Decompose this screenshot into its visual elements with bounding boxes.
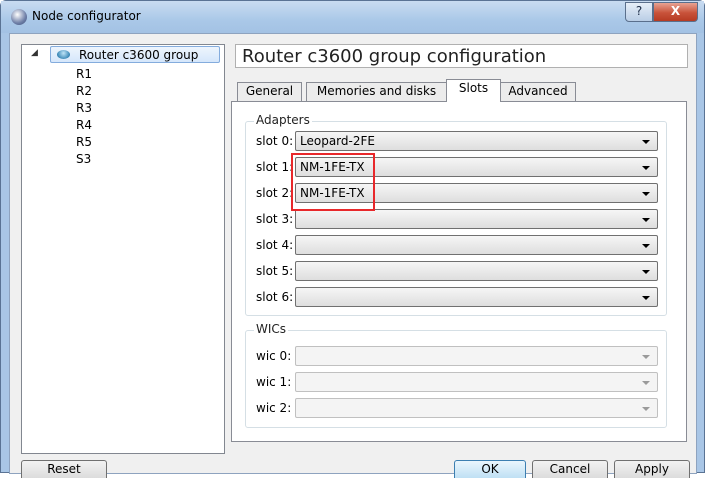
slot-0-label: slot 0: — [256, 134, 294, 148]
slot-3-select[interactable] — [295, 209, 658, 229]
chevron-down-icon — [642, 244, 650, 248]
reset-button[interactable]: Reset — [21, 460, 107, 478]
node-configurator-window: Node configurator ? X ◢ Router c3600 gro… — [0, 0, 705, 478]
wic-0-label: wic 0: — [256, 349, 292, 363]
slot-6-select[interactable] — [295, 287, 658, 307]
slot-4-label: slot 4: — [256, 238, 294, 252]
slot-3-label: slot 3: — [256, 212, 294, 226]
chevron-down-icon — [642, 270, 650, 274]
chevron-down-icon — [642, 192, 650, 196]
chevron-down-icon — [642, 140, 650, 144]
slot-1-label: slot 1: — [256, 160, 294, 174]
adapters-title: Adapters — [254, 113, 312, 127]
page-title: Router c3600 group configuration — [242, 46, 547, 67]
slot-2-label: slot 2: — [256, 186, 294, 200]
tree-item-r3[interactable]: R3 — [76, 101, 92, 118]
chevron-down-icon — [642, 381, 650, 385]
chevron-down-icon — [642, 407, 650, 411]
node-tree[interactable]: ◢ Router c3600 group R1 R2 R3 R4 R5 S3 — [21, 44, 225, 454]
title-bar[interactable]: Node configurator ? X — [1, 1, 704, 33]
tree-root-label: Router c3600 group — [79, 48, 199, 62]
slot-0-select[interactable]: Leopard-2FE — [295, 131, 658, 151]
chevron-down-icon — [642, 166, 650, 170]
slots-panel: Adapters slot 0: Leopard-2FE slot 1: NM-… — [231, 101, 687, 442]
close-button[interactable]: X — [653, 2, 698, 22]
ok-button[interactable]: OK — [454, 460, 526, 478]
tab-general[interactable]: General — [237, 82, 302, 101]
router-icon — [57, 50, 70, 59]
chevron-down-icon — [642, 296, 650, 300]
wic-2-select[interactable] — [295, 398, 658, 418]
wics-group: WICs wic 0: wic 1: wic 2: — [245, 322, 667, 428]
tab-memories-and-disks[interactable]: Memories and disks — [306, 82, 447, 101]
tree-item-r2[interactable]: R2 — [76, 84, 92, 101]
triangle-expanded-icon[interactable]: ◢ — [31, 48, 38, 58]
tree-item-r4[interactable]: R4 — [76, 118, 92, 135]
highlight-annotation — [291, 153, 375, 211]
slot-4-select[interactable] — [295, 235, 658, 255]
adapters-group: Adapters slot 0: Leopard-2FE slot 1: NM-… — [245, 113, 667, 316]
slot-5-select[interactable] — [295, 261, 658, 281]
tab-slots[interactable]: Slots — [446, 79, 501, 102]
page-title-box: Router c3600 group configuration — [235, 44, 688, 68]
wic-1-select[interactable] — [295, 372, 658, 392]
tree-item-router-group[interactable]: ◢ Router c3600 group — [22, 45, 222, 63]
network-node-icon — [11, 9, 27, 25]
wics-title: WICs — [254, 322, 289, 336]
slot-0-value: Leopard-2FE — [300, 134, 375, 148]
window-title: Node configurator — [32, 9, 141, 23]
tree-item-r1[interactable]: R1 — [76, 67, 92, 84]
tab-advanced[interactable]: Advanced — [500, 82, 576, 101]
tree-item-r5[interactable]: R5 — [76, 135, 92, 152]
slot-6-label: slot 6: — [256, 290, 294, 304]
dialog-body: ◢ Router c3600 group R1 R2 R3 R4 R5 S3 R… — [9, 33, 697, 478]
tree-item-s3[interactable]: S3 — [76, 152, 91, 169]
wic-1-label: wic 1: — [256, 375, 292, 389]
slot-5-label: slot 5: — [256, 264, 294, 278]
help-button[interactable]: ? — [625, 2, 653, 22]
tree-selection[interactable]: Router c3600 group — [50, 46, 220, 63]
chevron-down-icon — [642, 355, 650, 359]
chevron-down-icon — [642, 218, 650, 222]
apply-button[interactable]: Apply — [614, 460, 690, 478]
cancel-button[interactable]: Cancel — [532, 460, 608, 478]
wic-2-label: wic 2: — [256, 401, 292, 415]
wic-0-select[interactable] — [295, 346, 658, 366]
